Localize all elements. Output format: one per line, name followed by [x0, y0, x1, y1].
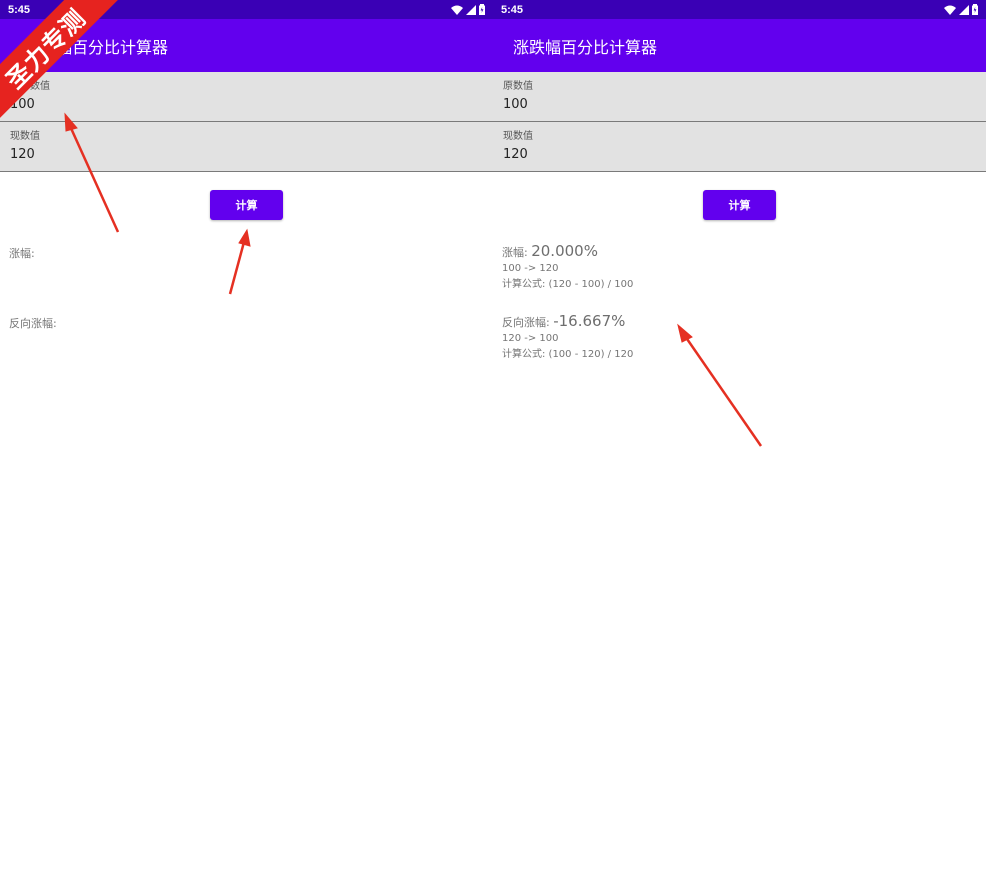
original-value-field[interactable]: 数值 100	[0, 72, 493, 122]
original-value-input[interactable]: 100	[503, 97, 976, 112]
increase-formula: 计算公式: (120 - 100) / 100	[502, 279, 634, 290]
arrow-to-calc-button	[228, 241, 246, 295]
status-icons	[451, 4, 485, 15]
original-value-input[interactable]: 100	[10, 97, 483, 112]
status-time: 5:45	[501, 3, 524, 16]
arrow-head-2	[238, 228, 251, 247]
increase-value: 20.000%	[531, 242, 598, 260]
status-icons	[944, 4, 978, 15]
increase-label: 涨幅:	[9, 247, 35, 260]
screen-after: 5:45 涨跌幅百分比计算器 原数值 100 现数值 120 计算 涨幅: 20…	[493, 0, 986, 872]
current-value-input[interactable]: 120	[503, 147, 976, 162]
app-bar: 涨跌幅百分比计算器	[493, 19, 986, 72]
screen-before: 5:45 幅百分比计算器 数值 100 现数值 120 计算 涨幅: 反向涨幅:…	[0, 0, 493, 872]
original-value-label: 数值	[30, 81, 50, 92]
app-title: 幅百分比计算器	[56, 37, 169, 57]
app-title: 涨跌幅百分比计算器	[513, 37, 658, 57]
reverse-formula: 计算公式: (100 - 120) / 120	[502, 349, 634, 360]
reverse-value: -16.667%	[553, 312, 626, 330]
reverse-result: 反向涨幅: -16.667% 120 -> 100 计算公式: (100 - 1…	[502, 313, 633, 363]
status-bar: 5:45	[493, 0, 986, 19]
current-value-field[interactable]: 现数值 120	[0, 122, 493, 172]
battery-icon	[479, 4, 485, 15]
status-bar: 5:45	[0, 0, 493, 19]
reverse-detail: 120 -> 100	[502, 333, 559, 344]
current-value-field[interactable]: 现数值 120	[493, 122, 986, 172]
reverse-label: 反向涨幅:	[502, 316, 550, 329]
original-value-field[interactable]: 原数值 100	[493, 72, 986, 122]
reverse-label: 反向涨幅:	[9, 317, 57, 330]
signal-icon	[959, 4, 969, 15]
increase-result: 涨幅:	[9, 246, 35, 262]
status-time: 5:45	[8, 3, 31, 16]
increase-result: 涨幅: 20.000% 100 -> 120 计算公式: (120 - 100)…	[502, 243, 633, 293]
wifi-icon	[451, 5, 463, 15]
current-value-label: 现数值	[503, 131, 533, 142]
increase-label: 涨幅:	[502, 246, 528, 259]
current-value-label: 现数值	[10, 131, 40, 142]
arrow-head-3	[677, 323, 693, 343]
current-value-input[interactable]: 120	[10, 147, 483, 162]
wifi-icon	[944, 5, 956, 15]
increase-detail: 100 -> 120	[502, 263, 559, 274]
arrow-to-reverse-result	[683, 335, 763, 447]
app-bar: 幅百分比计算器	[0, 19, 493, 72]
calculate-button[interactable]: 计算	[210, 190, 283, 220]
battery-icon	[972, 4, 978, 15]
signal-icon	[466, 4, 476, 15]
reverse-result: 反向涨幅:	[9, 316, 57, 332]
calculate-button[interactable]: 计算	[703, 190, 776, 220]
original-value-label: 原数值	[503, 81, 533, 92]
